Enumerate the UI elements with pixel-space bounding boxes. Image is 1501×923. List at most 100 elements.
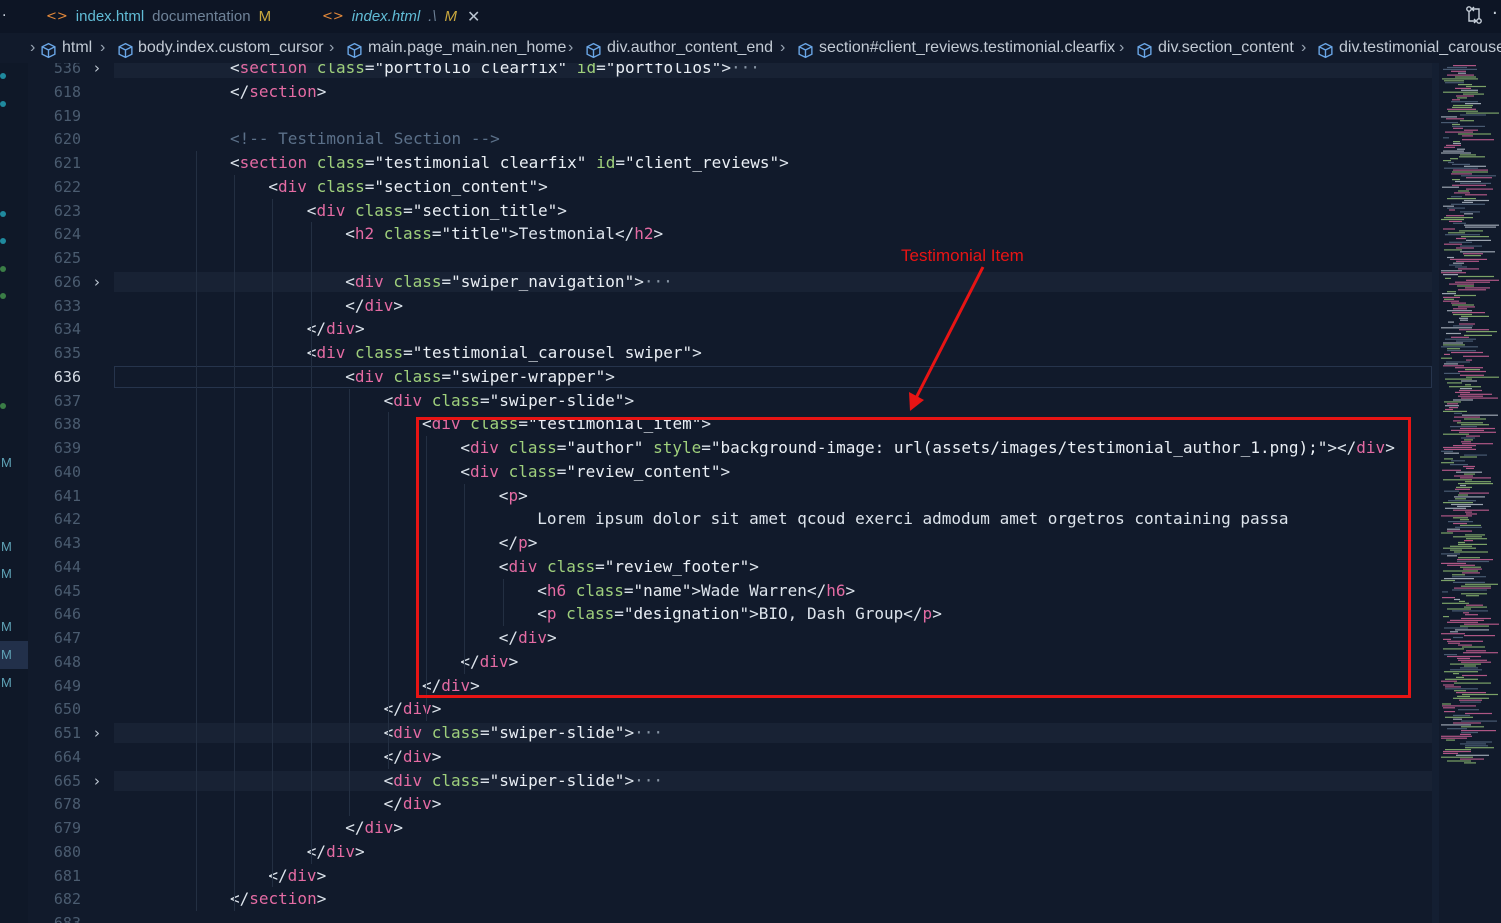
code-line[interactable]: 636 <div class="swiper-wrapper"> xyxy=(28,365,1439,389)
code-token-pun: = xyxy=(518,414,528,434)
code-line[interactable]: 619 xyxy=(28,104,1439,128)
code-line[interactable]: 683 xyxy=(28,911,1439,923)
breadcrumb-item[interactable]: div.author_content_end xyxy=(607,39,773,57)
explorer-status-dot-icon xyxy=(0,293,6,299)
vertical-scrollbar[interactable] xyxy=(1432,63,1439,923)
code-line[interactable]: 678 </div> xyxy=(28,792,1439,816)
minimap-line xyxy=(1441,562,1466,564)
minimap-line xyxy=(1444,671,1478,673)
minimap-line xyxy=(1454,192,1470,194)
code-line[interactable]: 648 </div> xyxy=(28,650,1439,674)
code-line[interactable]: 620 <!-- Testimonial Section --> xyxy=(28,127,1439,151)
minimap-line xyxy=(1444,711,1455,713)
code-token-pun: > xyxy=(605,366,615,386)
breadcrumb-item[interactable]: div.section_content xyxy=(1158,39,1294,57)
code-line[interactable]: 679 </div> xyxy=(28,816,1439,840)
code-token-pun: </ xyxy=(306,319,327,339)
code-line[interactable]: 680 </div> xyxy=(28,840,1439,864)
minimap-line xyxy=(1458,306,1475,308)
minimap-line xyxy=(1451,203,1485,205)
code-token-pun: = xyxy=(614,604,624,624)
breadcrumb-item[interactable]: body.index.custom_cursor xyxy=(138,39,324,57)
minimap-line xyxy=(1441,532,1453,534)
compare-changes-icon[interactable] xyxy=(1463,4,1485,26)
fold-chevron-icon[interactable]: › xyxy=(94,721,100,745)
code-token-pun: < xyxy=(498,556,509,576)
more-actions-icon[interactable]: · xyxy=(1492,3,1498,24)
code-token-attr: id xyxy=(586,153,616,172)
code-line[interactable]: 651 › <div class="swiper-slide">··· xyxy=(28,721,1439,745)
code-line[interactable]: 641 <p> xyxy=(28,484,1439,508)
code-line[interactable]: 635 <div class="testimonial_carousel swip… xyxy=(28,341,1439,365)
code-line[interactable]: 637 <div class="swiper-slide"> xyxy=(28,389,1439,413)
code-token-str: "section_title" xyxy=(412,200,558,220)
code-line[interactable]: 536 › <section class="portfolio clearfix" … xyxy=(28,63,1439,80)
code-line[interactable]: 622 <div class="section_content"> xyxy=(28,175,1439,199)
code-line[interactable]: 645 <h6 class="name">Wade Warren</h6> xyxy=(28,579,1439,603)
code-line[interactable]: 625 xyxy=(28,246,1439,270)
minimap-line xyxy=(1452,610,1488,612)
code-line[interactable]: 638 <div class="testimonial_item"> xyxy=(28,412,1439,436)
minimap-line xyxy=(1466,85,1486,88)
code-line[interactable]: 665 › <div class="swiper-slide">··· xyxy=(28,769,1439,793)
minimap-line xyxy=(1443,228,1455,230)
code-line[interactable]: 643 </p> xyxy=(28,531,1439,555)
breadcrumb-item[interactable]: section#client_reviews.testimonial.clear… xyxy=(819,39,1115,57)
minimap-line xyxy=(1453,536,1482,538)
minimap-line xyxy=(1452,179,1460,181)
minimap-line xyxy=(1442,602,1469,604)
code-line[interactable]: 681 </div> xyxy=(28,864,1439,888)
minimap-line xyxy=(1454,587,1491,589)
minimap-line xyxy=(1460,120,1474,122)
breadcrumb-item[interactable]: div.testimonial_carousel.swiper xyxy=(1339,39,1501,57)
code-token-pun: </ xyxy=(345,295,365,315)
code-token-pun: > xyxy=(354,841,365,861)
code-line[interactable]: 618 </section> xyxy=(28,80,1439,104)
code-line[interactable]: 633 </div> xyxy=(28,294,1439,318)
code-line[interactable]: 646 <p class="designation">BIO, Dash Grou… xyxy=(28,602,1439,626)
code-line[interactable]: 644 <div class="review_footer"> xyxy=(28,555,1439,579)
code-line[interactable]: 621 <section class="testimonial clearfix"… xyxy=(28,151,1439,175)
breadcrumb-item[interactable]: main.page_main.nen_home xyxy=(368,39,566,57)
minimap-line xyxy=(1453,581,1485,583)
minimap-line xyxy=(1464,199,1489,202)
tab-index-root-active[interactable]: <> index.html .\ M ✕ xyxy=(322,0,480,33)
minimap-line xyxy=(1458,275,1494,278)
minimap-line xyxy=(1445,688,1478,690)
code-line[interactable]: 626 › <div class="swiper_navigation">··· xyxy=(28,270,1439,294)
minimap[interactable] xyxy=(1439,63,1501,923)
code-line[interactable]: 624 <h2 class="title">Testmonial</h2> xyxy=(28,222,1439,246)
fold-chevron-icon[interactable]: › xyxy=(94,63,100,80)
minimap-line xyxy=(1460,758,1484,760)
code-line[interactable]: 642 Lorem ipsum dolor sit amet qcoud exer… xyxy=(28,507,1439,531)
code-line[interactable]: 664 </div> xyxy=(28,745,1439,769)
more-tabs-icon[interactable]: · xyxy=(2,8,6,24)
minimap-line xyxy=(1443,446,1472,449)
line-number: 651 xyxy=(53,724,81,742)
minimap-line xyxy=(1443,502,1473,504)
code-line[interactable]: 649 </div> xyxy=(28,674,1439,698)
code-token-attr: class xyxy=(460,414,519,434)
code-token-pun: < xyxy=(345,366,355,386)
minimap-line xyxy=(1449,264,1462,266)
code-line[interactable]: 650 </div> xyxy=(28,697,1439,721)
minimap-line xyxy=(1465,103,1481,105)
code-line[interactable]: 647 </div> xyxy=(28,626,1439,650)
code-token-tag: h2 xyxy=(354,224,375,244)
breadcrumb-item[interactable]: html xyxy=(62,39,92,57)
code-line[interactable]: 682 </section> xyxy=(28,887,1439,911)
minimap-line xyxy=(1445,678,1478,680)
code-line[interactable]: 640 <div class="review_content"> xyxy=(28,460,1439,484)
minimap-line xyxy=(1446,144,1461,146)
code-line[interactable]: 639 <div class="author" style="background… xyxy=(28,436,1439,460)
fold-chevron-icon[interactable]: › xyxy=(94,270,100,294)
code-editor[interactable]: 536 › <section class="portfolio clearfix" … xyxy=(28,63,1439,923)
modified-marker: M xyxy=(1,619,12,634)
code-line[interactable]: 634 </div> xyxy=(28,317,1439,341)
minimap-line xyxy=(1461,617,1491,620)
close-icon[interactable]: ✕ xyxy=(467,7,480,26)
minimap-line xyxy=(1465,534,1485,536)
fold-chevron-icon[interactable]: › xyxy=(94,769,100,793)
code-line[interactable]: 623 <div class="section_title"> xyxy=(28,199,1439,223)
tab-index-documentation[interactable]: <> index.html documentation M xyxy=(46,0,271,33)
